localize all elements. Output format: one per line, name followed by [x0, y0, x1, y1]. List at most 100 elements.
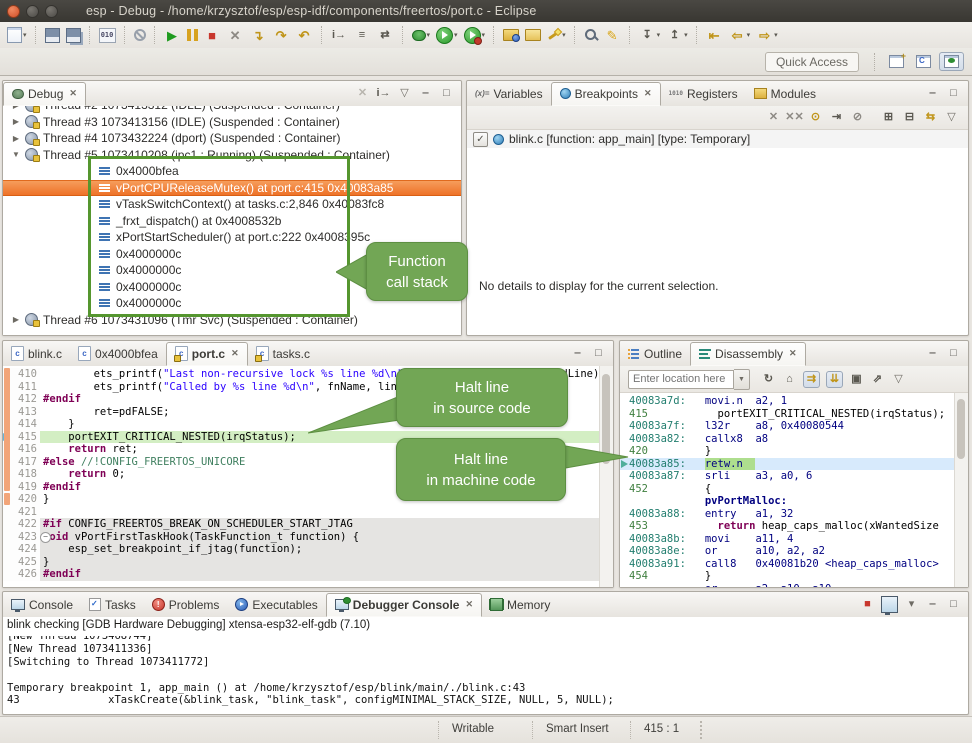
next-annotation-button[interactable]: ↧▾	[637, 25, 663, 46]
expand-arrow-icon[interactable]: ▶	[11, 315, 21, 324]
window-close-button[interactable]	[7, 5, 20, 18]
use-step-filters-button[interactable]: ⇄	[375, 25, 396, 46]
last-edit-location-button[interactable]: ⇤	[704, 25, 725, 46]
line-number[interactable]: 423	[18, 531, 37, 543]
minimize-button[interactable]: ‒	[923, 595, 942, 614]
view-menu-button[interactable]: ▽	[942, 108, 961, 127]
instruction-stepping-toggle-button[interactable]: i→	[374, 84, 393, 103]
tab-executables[interactable]: Executables	[227, 593, 325, 617]
disasm-line[interactable]: pvPortMalloc:	[620, 495, 955, 508]
line-number[interactable]: 422	[18, 518, 37, 530]
editor-gutter[interactable]: 423−	[3, 531, 40, 544]
resume-button[interactable]: ▶	[162, 25, 183, 46]
editor-gutter[interactable]: 421	[3, 506, 40, 519]
expand-all-button[interactable]: ⊞	[879, 108, 898, 127]
tab-disassembly[interactable]: Disassembly ✕	[690, 342, 806, 366]
save-button[interactable]	[43, 26, 62, 45]
tab-debugger-console[interactable]: Debugger Console ✕	[326, 593, 482, 617]
fold-minus-icon[interactable]: −	[40, 532, 51, 543]
track-current-pc-button[interactable]: ⇊	[824, 369, 845, 390]
skip-all-breakpoints-button[interactable]: ⊘	[848, 108, 867, 127]
quick-access-button[interactable]: Quick Access	[765, 52, 859, 72]
goto-file-for-breakpoint-button[interactable]: ⇥	[827, 108, 846, 127]
open-perspective-button[interactable]	[885, 53, 908, 70]
line-number[interactable]: 414	[18, 418, 37, 430]
sync-with-active-debug-context-button[interactable]: ⇉	[801, 369, 822, 390]
stack-frame-row[interactable]: vTaskSwitchContext() at tasks.c:2,846 0x…	[3, 196, 461, 213]
line-number[interactable]: 419	[18, 481, 37, 493]
forward-button[interactable]: ⇨▾	[754, 25, 780, 46]
new-button[interactable]: ▾	[5, 25, 29, 45]
line-number[interactable]: 410	[18, 368, 37, 380]
editor-gutter[interactable]: 422	[3, 518, 40, 531]
disassembly-listing[interactable]: 40083a7d: movi.n a2, 1415 portEXIT_CRITI…	[620, 393, 955, 587]
tab-tasks[interactable]: Tasks	[81, 593, 144, 617]
line-number[interactable]: 418	[18, 468, 37, 480]
disasm-line[interactable]: 40083a7d: movi.n a2, 1	[620, 395, 955, 408]
link-with-debug-view-button[interactable]: ⇆	[921, 108, 940, 127]
refresh-button[interactable]: ↻	[759, 370, 778, 389]
window-maximize-button[interactable]	[45, 5, 58, 18]
maximize-button[interactable]: □	[944, 84, 963, 103]
back-button[interactable]: ⇦▾	[727, 25, 753, 46]
disasm-line[interactable]: 40083a87: srli a3, a0, 6	[620, 470, 955, 483]
code-line[interactable]: 426#endif	[3, 568, 600, 581]
line-number[interactable]: 426	[18, 568, 37, 580]
external-tools-button[interactable]: ▾	[545, 26, 568, 44]
binary-console-button[interactable]: 010	[97, 26, 118, 45]
terminate-button[interactable]: ■	[202, 25, 223, 46]
disasm-line[interactable]: 40083a88: entry a1, 32	[620, 508, 955, 521]
collapse-all-button[interactable]: ⊟	[900, 108, 919, 127]
tab-problems[interactable]: ! Problems	[144, 593, 228, 617]
location-input[interactable]	[628, 370, 734, 389]
display-selected-console-button[interactable]	[879, 594, 900, 615]
stack-frame-row[interactable]: _frxt_dispatch() at 0x4008532b	[3, 213, 461, 230]
step-into-button[interactable]: ↴	[248, 25, 269, 46]
profile-button[interactable]: ▾	[462, 25, 488, 46]
disasm-line[interactable]: 420 }	[620, 445, 955, 458]
tab-modules[interactable]: Modules	[746, 82, 824, 106]
expand-arrow-icon[interactable]: ▶	[11, 117, 21, 126]
terminate-console-button[interactable]: ■	[858, 595, 877, 614]
home-button[interactable]: ⌂	[780, 370, 799, 389]
step-over-button[interactable]: ↷	[271, 25, 292, 46]
code-line[interactable]: 423−void vPortFirstTaskHook(TaskFunction…	[3, 531, 600, 544]
code-line[interactable]: 422#if CONFIG_FREERTOS_BREAK_ON_SCHEDULE…	[3, 518, 600, 531]
show-breakpoints-for-button[interactable]: ⊙	[806, 108, 825, 127]
disasm-line[interactable]: 454 }	[620, 570, 955, 583]
disassembly-scrollbar[interactable]	[954, 393, 968, 587]
line-number[interactable]: 415	[18, 431, 37, 443]
search-button[interactable]	[582, 26, 600, 44]
minimize-button[interactable]: ‒	[568, 344, 587, 363]
pin-view-button[interactable]: ⇗	[868, 370, 887, 389]
remove-all-breakpoints-button[interactable]: ✕✕	[785, 108, 804, 127]
close-icon[interactable]: ✕	[69, 88, 77, 99]
console-output[interactable]: [New Thread 1073468744][New Thread 10734…	[3, 636, 955, 712]
close-icon[interactable]: ✕	[789, 348, 797, 359]
skip-all-breakpoints-button[interactable]	[132, 27, 148, 43]
disasm-line[interactable]: 40083a91: call8 0x40081b20 <heap_caps_ma…	[620, 558, 955, 571]
minimize-button[interactable]: ‒	[416, 84, 435, 103]
code-line[interactable]: 424 esp_set_breakpoint_if_jtag(function)…	[3, 543, 600, 556]
suspend-button[interactable]	[185, 27, 200, 43]
debug-button[interactable]: ▾	[410, 28, 433, 43]
location-dropdown-icon[interactable]: ▼	[734, 369, 750, 390]
open-project-button[interactable]	[523, 27, 543, 43]
thread-row[interactable]: ▶Thread #6 1073431096 (Tmr Svc) (Suspend…	[3, 312, 461, 329]
tab-outline[interactable]: Outline	[620, 342, 690, 366]
debug-perspective-button[interactable]	[939, 52, 964, 71]
line-number[interactable]: 411	[18, 381, 37, 393]
remove-all-terminated-button[interactable]: ✕	[353, 84, 372, 103]
disasm-line[interactable]: or a2, a10, a10	[620, 583, 955, 588]
disasm-line[interactable]: 40083a85: retw.n	[620, 458, 955, 471]
expand-arrow-icon[interactable]: ▶	[11, 134, 21, 143]
tab-debug[interactable]: Debug ✕	[3, 82, 86, 106]
minimize-button[interactable]: ‒	[923, 344, 942, 363]
disasm-line[interactable]: 415 portEXIT_CRITICAL_NESTED(irqStatus);	[620, 408, 955, 421]
editor-gutter[interactable]: 426	[3, 568, 40, 581]
maximize-button[interactable]: □	[944, 595, 963, 614]
close-icon[interactable]: ✕	[465, 599, 473, 610]
code-line[interactable]: 425}	[3, 556, 600, 569]
console-dropdown-button[interactable]: ▾	[902, 595, 921, 614]
disasm-line[interactable]: 452 {	[620, 483, 955, 496]
